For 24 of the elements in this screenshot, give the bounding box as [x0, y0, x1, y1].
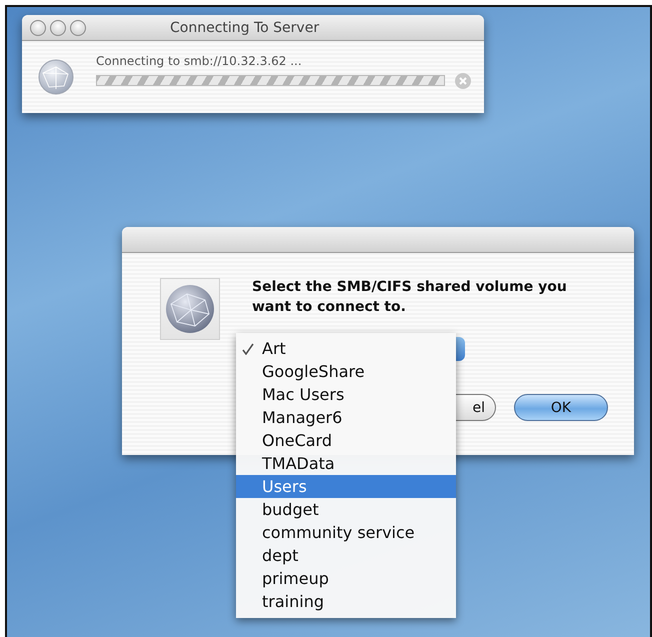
menu-item[interactable]: Art — [236, 337, 456, 360]
ok-button[interactable]: OK — [514, 394, 608, 421]
prompt-text: Select the SMB/CIFS shared volume you want to connect to. — [252, 278, 568, 317]
menu-item[interactable]: budget — [236, 498, 456, 521]
menu-item[interactable]: primeup — [236, 567, 456, 590]
globe-icon — [38, 59, 74, 95]
cancel-button[interactable]: el — [456, 394, 496, 421]
window-title: Connecting To Server — [170, 20, 320, 36]
menu-item[interactable]: Users — [236, 475, 456, 498]
stop-icon[interactable] — [455, 72, 471, 88]
minimize-button[interactable] — [50, 20, 66, 36]
menu-item[interactable]: training — [236, 590, 456, 613]
menu-item[interactable]: Mac Users — [236, 383, 456, 406]
menu-item[interactable]: community service — [236, 521, 456, 544]
menu-item[interactable]: GoogleShare — [236, 360, 456, 383]
close-button[interactable] — [30, 20, 46, 36]
status-message: Connecting to smb://10.32.3.62 ... — [96, 54, 303, 68]
zoom-button[interactable] — [70, 20, 86, 36]
menu-item[interactable]: dept — [236, 544, 456, 567]
menu-item[interactable]: TMAData — [236, 452, 456, 475]
popup-button[interactable] — [456, 337, 465, 361]
menu-item[interactable]: OneCard — [236, 429, 456, 452]
server-globe-icon — [160, 278, 220, 340]
menu-item[interactable]: Manager6 — [236, 406, 456, 429]
